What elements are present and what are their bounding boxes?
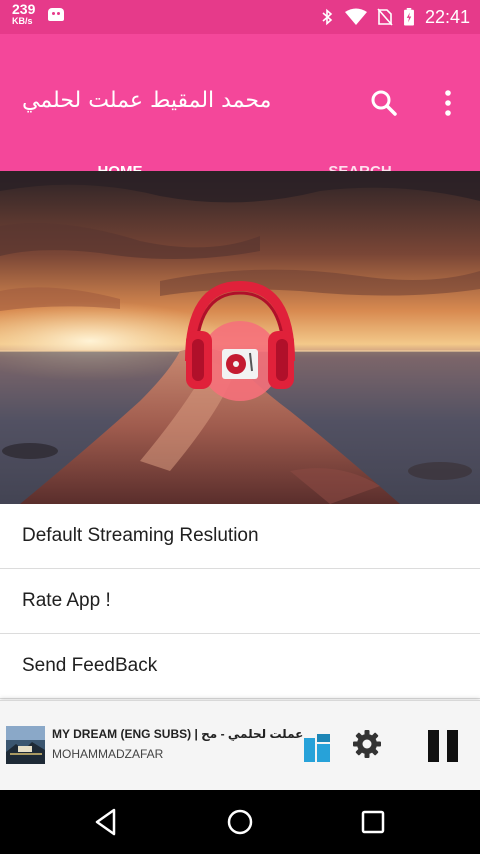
mini-player[interactable]: MY DREAM (ENG SUBS) | عملت لحلمي - مح...…: [0, 700, 480, 790]
track-artist: MOHAMMADZAFAR: [52, 747, 164, 761]
sunset-landscape-image: [0, 171, 480, 504]
android-debug-icon: [48, 8, 64, 21]
bluetooth-icon: [322, 8, 333, 26]
search-icon[interactable]: [368, 87, 400, 119]
menu-item-streaming-resolution[interactable]: Default Streaming Reslution: [0, 504, 480, 569]
battery-charging-icon: [404, 8, 414, 26]
home-icon[interactable]: [224, 806, 256, 838]
net-speed-unit: KB/s: [12, 16, 33, 26]
back-icon[interactable]: [90, 806, 122, 838]
settings-menu-list: Default Streaming Reslution Rate App ! S…: [0, 504, 480, 699]
app-bar: محمد المقيط عملت لحلمي HOME SEARCH: [0, 34, 480, 205]
recents-icon[interactable]: [357, 806, 389, 838]
status-bar: 239 KB/s 22:41: [0, 0, 480, 34]
settings-gear-icon[interactable]: [352, 729, 382, 759]
menu-item-rate-app[interactable]: Rate App !: [0, 569, 480, 634]
app-title: محمد المقيط عملت لحلمي: [22, 88, 272, 113]
no-sim-icon: [377, 8, 393, 26]
clock: 22:41: [424, 7, 470, 27]
wifi-icon: [344, 8, 367, 25]
more-vert-icon[interactable]: [436, 89, 460, 117]
hero-banner: [0, 171, 480, 504]
track-thumbnail[interactable]: [6, 726, 45, 764]
track-title: MY DREAM (ENG SUBS) | عملت لحلمي - مح...: [52, 727, 304, 741]
system-navigation-bar: [0, 790, 480, 854]
net-speed-indicator: 239 KB/s: [12, 1, 36, 27]
queue-icon[interactable]: [304, 732, 330, 762]
menu-item-send-feedback[interactable]: Send FeedBack: [0, 634, 480, 699]
net-speed-value: 239: [12, 1, 36, 17]
pause-icon[interactable]: [426, 729, 460, 763]
